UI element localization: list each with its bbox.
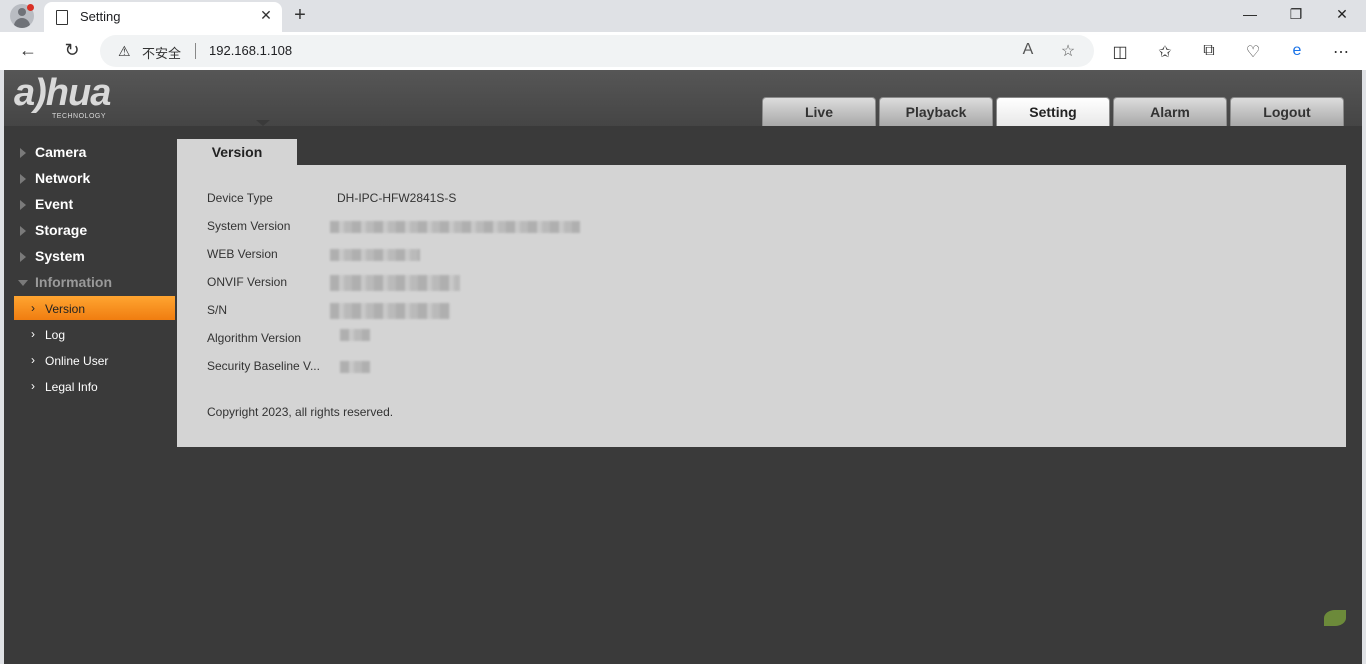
address-separator [195,43,196,59]
dahua-web-app: a)hua TECHNOLOGY Live Playback Setting A… [4,70,1362,664]
sidebar-subitem-label: Version [45,302,86,316]
collapsed-arrow-icon [20,200,26,210]
expanded-arrow-icon [18,280,28,286]
redacted-value [340,329,370,341]
back-button[interactable]: ← [17,40,39,60]
leaf-icon [1324,610,1346,626]
redacted-value [330,221,580,233]
sidebar-item-label: Information [35,274,112,290]
new-tab-button[interactable]: + [290,4,310,26]
sidebar-item-label: Storage [35,222,88,238]
sidebar-item-label: Event [35,196,74,212]
security-label[interactable]: 不安全 [142,43,181,62]
sidebar-item-storage[interactable]: Storage [14,218,176,244]
sidebar-item-label: Network [35,170,91,186]
redacted-value [330,275,460,291]
sidebar-subitem-log[interactable]: › Log [14,322,176,348]
tab-playback[interactable]: Playback [879,97,993,126]
version-tab[interactable]: Version [177,139,297,165]
info-label: WEB Version [207,247,278,261]
sidebar-subitem-label: Legal Info [45,380,98,394]
favorite-star-icon[interactable]: ☆ [1058,41,1078,61]
more-menu-icon[interactable]: ⋯ [1330,42,1352,62]
info-label: Algorithm Version [207,331,302,345]
sidebar-item-label: Camera [35,144,87,160]
notification-dot [27,4,34,11]
sidebar-subitem-label: Log [45,328,66,342]
sidebar-item-information[interactable]: Information [14,270,176,296]
read-aloud-icon[interactable]: A [1018,41,1038,59]
watermark-logo [1306,610,1360,652]
browser-tabstrip: Setting ✕ + — ❐ ✕ [0,0,1366,32]
version-panel: Device Type DH-IPC-HFW2841S-S System Ver… [177,165,1346,447]
browser-tab[interactable]: Setting ✕ [44,2,282,32]
header-notch [256,120,270,126]
info-label: Device Type [207,191,273,205]
chevron-right-icon: › [31,353,35,367]
minimize-button[interactable]: — [1240,6,1260,22]
copyright-text: Copyright 2023, all rights reserved. [207,405,394,419]
sidebar-item-label: System [35,248,85,264]
info-label: ONVIF Version [207,275,288,289]
url-text[interactable]: 192.168.1.108 [209,43,292,58]
tab-live[interactable]: Live [762,97,876,126]
tab-logout[interactable]: Logout [1230,97,1344,126]
info-label: System Version [207,219,291,233]
info-label: Security Baseline V... [207,359,320,373]
collapsed-arrow-icon [20,226,26,236]
redacted-value [330,249,420,261]
settings-sidebar: Camera Network Event Storage System Info… [14,140,176,400]
browser-essentials-icon[interactable]: ♡ [1242,42,1264,62]
reload-button[interactable]: ↻ [61,40,83,60]
favorites-icon[interactable]: ✩ [1154,42,1176,62]
chevron-right-icon: › [31,301,35,315]
avatar-shoulders [14,18,30,28]
collapsed-arrow-icon [20,252,26,262]
restore-button[interactable]: ❐ [1286,6,1306,23]
tab-setting[interactable]: Setting [996,97,1110,126]
warning-icon[interactable]: ⚠ [118,43,131,60]
tab-alarm[interactable]: Alarm [1113,97,1227,126]
redacted-value [330,303,450,319]
collections-icon[interactable]: ⧉ [1198,42,1220,60]
tab-title: Setting [80,9,121,24]
address-bar[interactable]: ⚠ 不安全 192.168.1.108 A ☆ [100,35,1094,67]
close-window-button[interactable]: ✕ [1332,6,1352,23]
sidebar-subitem-version[interactable]: › Version [14,296,175,320]
app-header: a)hua TECHNOLOGY Live Playback Setting A… [4,70,1362,126]
page-icon [56,10,68,25]
collapsed-arrow-icon [20,174,26,184]
logo-subtitle: TECHNOLOGY [52,113,107,120]
chevron-right-icon: › [31,379,35,393]
sidebar-item-network[interactable]: Network [14,166,176,192]
sidebar-item-system[interactable]: System [14,244,176,270]
edge-icon[interactable]: e [1286,42,1308,60]
sidebar-subitem-label: Online User [45,354,109,368]
chevron-right-icon: › [31,327,35,341]
redacted-value [340,361,370,373]
logo-word: a)hua [14,72,111,114]
sidebar-subitem-legal-info[interactable]: › Legal Info [14,374,176,400]
split-screen-icon[interactable]: ◫ [1109,42,1131,62]
sidebar-subitem-online-user[interactable]: › Online User [14,348,176,374]
collapsed-arrow-icon [20,148,26,158]
info-value: DH-IPC-HFW2841S-S [337,191,457,205]
avatar-head [18,8,26,16]
tab-close-icon[interactable]: ✕ [258,7,274,24]
dahua-logo: a)hua TECHNOLOGY [14,72,164,122]
address-bar-row: ← ↻ ⚠ 不安全 192.168.1.108 A ☆ ◫ ✩ ⧉ ♡ e ⋯ [0,32,1366,70]
sidebar-item-camera[interactable]: Camera [14,140,176,166]
sidebar-item-event[interactable]: Event [14,192,176,218]
info-label: S/N [207,303,228,317]
